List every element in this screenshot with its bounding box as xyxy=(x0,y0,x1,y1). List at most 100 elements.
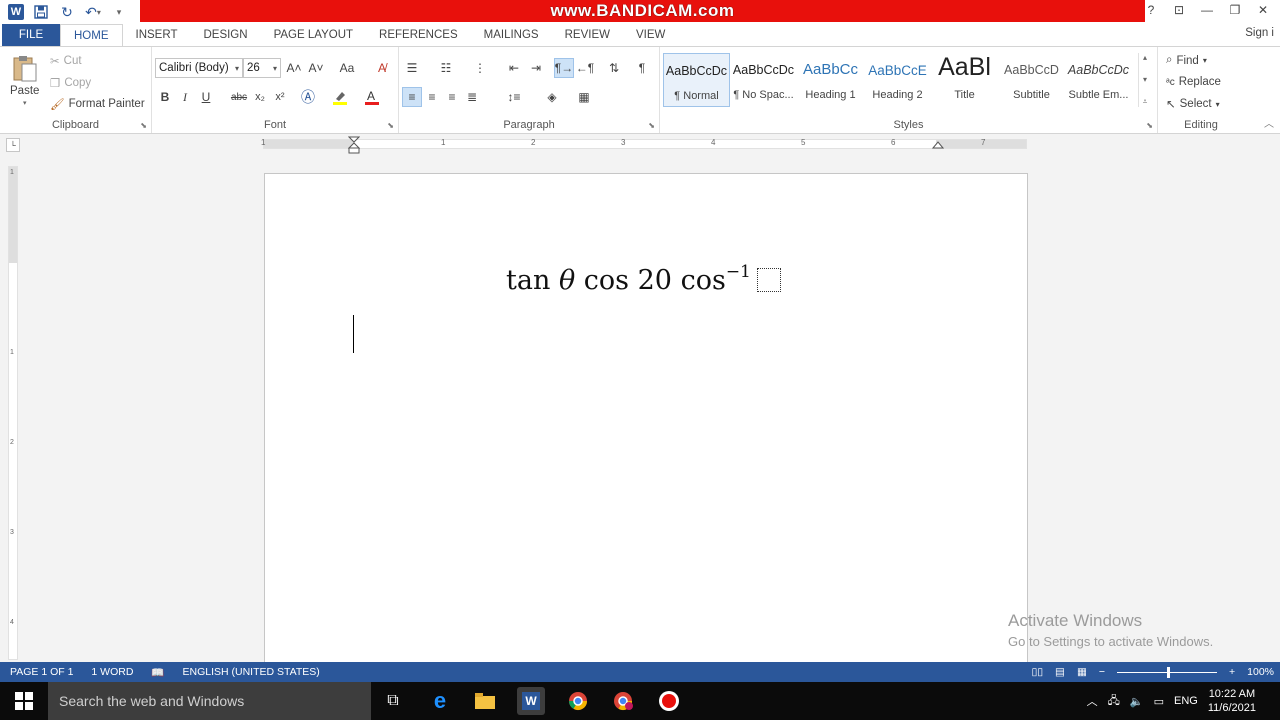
minimize-icon[interactable]: — xyxy=(1200,2,1214,18)
style-heading-2[interactable]: AaBbCcE Heading 2 xyxy=(864,53,931,107)
decrease-indent-icon[interactable]: ⇤ xyxy=(504,58,524,78)
select-button[interactable]: ↖ Select ▾ xyxy=(1166,97,1220,111)
style-subtle-emphasis[interactable]: AaBbCcDc Subtle Em... xyxy=(1065,53,1132,107)
sort-icon[interactable]: ⇅ xyxy=(604,58,624,78)
multilevel-list-icon[interactable]: ⋮ xyxy=(470,58,490,78)
font-size-combo[interactable]: 26 ▾ xyxy=(243,58,281,78)
zoom-slider[interactable] xyxy=(1117,666,1217,678)
system-clock[interactable]: 10:22 AM 11/6/2021 xyxy=(1208,687,1256,715)
word-count[interactable]: 1 WORD xyxy=(91,666,133,678)
highlight-color-icon[interactable] xyxy=(330,87,350,107)
windows-start-icon[interactable] xyxy=(0,682,48,720)
input-language[interactable]: ENG xyxy=(1174,695,1198,707)
grow-font-icon[interactable]: A˄ xyxy=(284,58,304,78)
superscript-button[interactable]: x² xyxy=(270,87,290,107)
repeat-icon[interactable]: ↻ xyxy=(58,3,76,21)
page-count[interactable]: PAGE 1 OF 1 xyxy=(10,666,73,678)
paragraph-launcher-icon[interactable]: ⬊ xyxy=(648,121,655,130)
style-normal[interactable]: AaBbCcDc ¶ Normal xyxy=(663,53,730,107)
tab-insert[interactable]: INSERT xyxy=(123,24,191,46)
zoom-out-icon[interactable]: − xyxy=(1099,666,1105,678)
italic-button[interactable]: I xyxy=(175,87,195,107)
format-painter-button[interactable]: 🖌 Format Painter xyxy=(50,97,145,111)
bandicam-record-icon[interactable] xyxy=(655,687,683,715)
shading-icon[interactable]: ◈ xyxy=(542,87,562,107)
horizontal-ruler[interactable]: 1 1 2 3 4 5 6 7 xyxy=(261,136,1027,154)
align-center-icon[interactable]: ≡ xyxy=(422,87,442,107)
chevron-up-icon[interactable]: ▴ xyxy=(1143,53,1147,62)
bullets-icon[interactable]: ☰ xyxy=(402,58,422,78)
find-button[interactable]: ⌕ Find ▾ xyxy=(1166,54,1207,67)
restore-icon[interactable]: ❐ xyxy=(1228,2,1242,18)
style-title[interactable]: AaBl Title xyxy=(931,53,998,107)
line-spacing-icon[interactable]: ↕≡ xyxy=(504,87,524,107)
tab-file[interactable]: FILE xyxy=(2,24,60,46)
copy-button[interactable]: ❐ Copy xyxy=(50,76,91,90)
change-case-icon[interactable]: Aa xyxy=(334,58,360,78)
equation-placeholder-box[interactable] xyxy=(756,268,781,292)
paste-button[interactable]: Paste ▾ xyxy=(10,55,39,107)
style-subtitle[interactable]: AaBbCcD Subtitle xyxy=(998,53,1065,107)
collapse-ribbon-icon[interactable]: ︿ xyxy=(1264,115,1274,130)
chrome-profile-icon[interactable] xyxy=(609,687,637,715)
customize-qat-icon[interactable]: ▾ xyxy=(110,3,128,21)
zoom-slider-thumb[interactable] xyxy=(1167,666,1170,678)
word-taskbar-icon[interactable]: W xyxy=(517,687,545,715)
text-effects-icon[interactable]: Ⓐ xyxy=(298,87,318,107)
tab-selector-button[interactable]: └ xyxy=(6,138,20,152)
tab-home[interactable]: HOME xyxy=(60,24,123,46)
replace-button[interactable]: ᵃc Replace xyxy=(1166,76,1221,88)
increase-indent-icon[interactable]: ⇥ xyxy=(526,58,546,78)
undo-icon[interactable]: ↶ ▾ xyxy=(84,3,102,21)
save-icon[interactable] xyxy=(32,3,50,21)
clipboard-launcher-icon[interactable]: ⬊ xyxy=(140,121,147,130)
ltr-direction-icon[interactable]: ¶→ xyxy=(554,58,574,78)
file-explorer-icon[interactable] xyxy=(471,687,499,715)
proofing-icon[interactable]: 📖 xyxy=(151,666,164,679)
style-no-spacing[interactable]: AaBbCcDc ¶ No Spac... xyxy=(730,53,797,107)
tab-page-layout[interactable]: PAGE LAYOUT xyxy=(261,24,366,46)
borders-icon[interactable]: ▦ xyxy=(574,87,594,107)
tab-view[interactable]: VIEW xyxy=(623,24,678,46)
more-styles-icon[interactable]: ⩡ xyxy=(1143,97,1148,107)
network-icon[interactable]: 🖧 xyxy=(1108,692,1120,711)
subscript-button[interactable]: x₂ xyxy=(250,87,270,107)
rtl-direction-icon[interactable]: ←¶ xyxy=(575,58,595,78)
document-page[interactable]: tan θ cos 20 cos−1 xyxy=(264,173,1028,663)
show-formatting-marks-icon[interactable]: ¶ xyxy=(632,58,652,78)
tab-mailings[interactable]: MAILINGS xyxy=(471,24,552,46)
taskbar-search-box[interactable]: Search the web and Windows xyxy=(48,682,371,720)
styles-gallery-scroll[interactable]: ▴ ▾ ⩡ xyxy=(1138,53,1151,107)
shrink-font-icon[interactable]: A˅ xyxy=(306,58,326,78)
show-hidden-icons-icon[interactable]: ︿ xyxy=(1087,693,1098,709)
font-launcher-icon[interactable]: ⬊ xyxy=(387,121,394,130)
font-name-combo[interactable]: Calibri (Body) ▾ xyxy=(155,58,243,78)
justify-icon[interactable]: ≣ xyxy=(462,87,482,107)
tab-design[interactable]: DESIGN xyxy=(190,24,260,46)
right-indent-marker-icon[interactable] xyxy=(932,141,944,149)
ribbon-display-options-icon[interactable]: ⊡ xyxy=(1172,2,1186,18)
math-equation[interactable]: tan θ cos 20 cos−1 xyxy=(506,262,781,296)
style-heading-1[interactable]: AaBbCc Heading 1 xyxy=(797,53,864,107)
zoom-in-icon[interactable]: + xyxy=(1229,666,1235,678)
vertical-ruler[interactable]: 1 1 2 3 4 xyxy=(8,166,18,660)
numbering-icon[interactable]: ☷ xyxy=(436,58,456,78)
strikethrough-button[interactable]: abc xyxy=(227,87,251,107)
tab-references[interactable]: REFERENCES xyxy=(366,24,471,46)
volume-icon[interactable]: 🔈 xyxy=(1130,695,1144,708)
action-center-icon[interactable]: ▭ xyxy=(1154,695,1164,708)
chrome-icon[interactable] xyxy=(564,687,592,715)
web-layout-icon[interactable]: ▦ xyxy=(1077,666,1087,678)
align-left-icon[interactable]: ≡ xyxy=(402,87,422,107)
task-view-icon[interactable]: ⧉ xyxy=(379,687,407,715)
underline-button[interactable]: U xyxy=(196,87,216,107)
tab-review[interactable]: REVIEW xyxy=(552,24,623,46)
font-color-icon[interactable]: A xyxy=(362,87,382,107)
styles-launcher-icon[interactable]: ⬊ xyxy=(1146,121,1153,130)
close-icon[interactable]: ✕ xyxy=(1256,2,1270,18)
indent-marker-icon[interactable] xyxy=(348,136,360,154)
print-layout-icon[interactable]: ▤ xyxy=(1055,666,1065,678)
clear-formatting-icon[interactable]: A̸ xyxy=(372,58,392,78)
read-mode-icon[interactable]: ▯▯ xyxy=(1031,666,1043,678)
bold-button[interactable]: B xyxy=(155,87,175,107)
